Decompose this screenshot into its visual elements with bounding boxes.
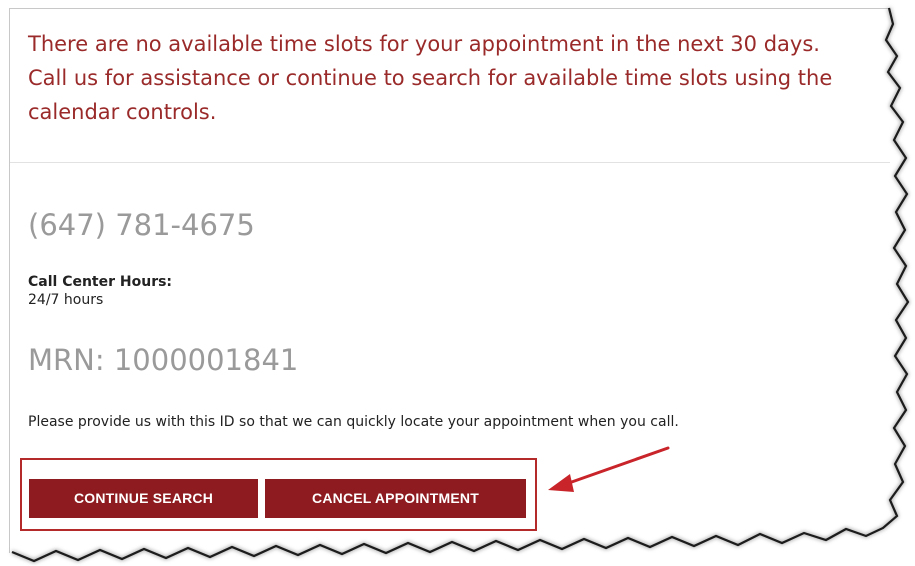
screenshot-stage: There are no available time slots for yo… <box>0 0 915 566</box>
phone-number: (647) 781-4675 <box>28 208 255 242</box>
section-divider <box>10 162 890 163</box>
mrn-instructions: Please provide us with this ID so that w… <box>28 414 679 430</box>
appointment-panel: There are no available time slots for yo… <box>9 8 890 553</box>
continue-search-button[interactable]: CONTINUE SEARCH <box>29 479 258 518</box>
call-center-hours-value: 24/7 hours <box>28 292 104 308</box>
call-center-hours-label: Call Center Hours: <box>28 274 173 290</box>
mrn-id: MRN: 1000001841 <box>28 343 299 377</box>
annotation-arrow-icon <box>548 446 670 492</box>
cancel-appointment-button[interactable]: CANCEL APPOINTMENT <box>265 479 526 518</box>
no-slots-message: There are no available time slots for yo… <box>28 32 833 124</box>
